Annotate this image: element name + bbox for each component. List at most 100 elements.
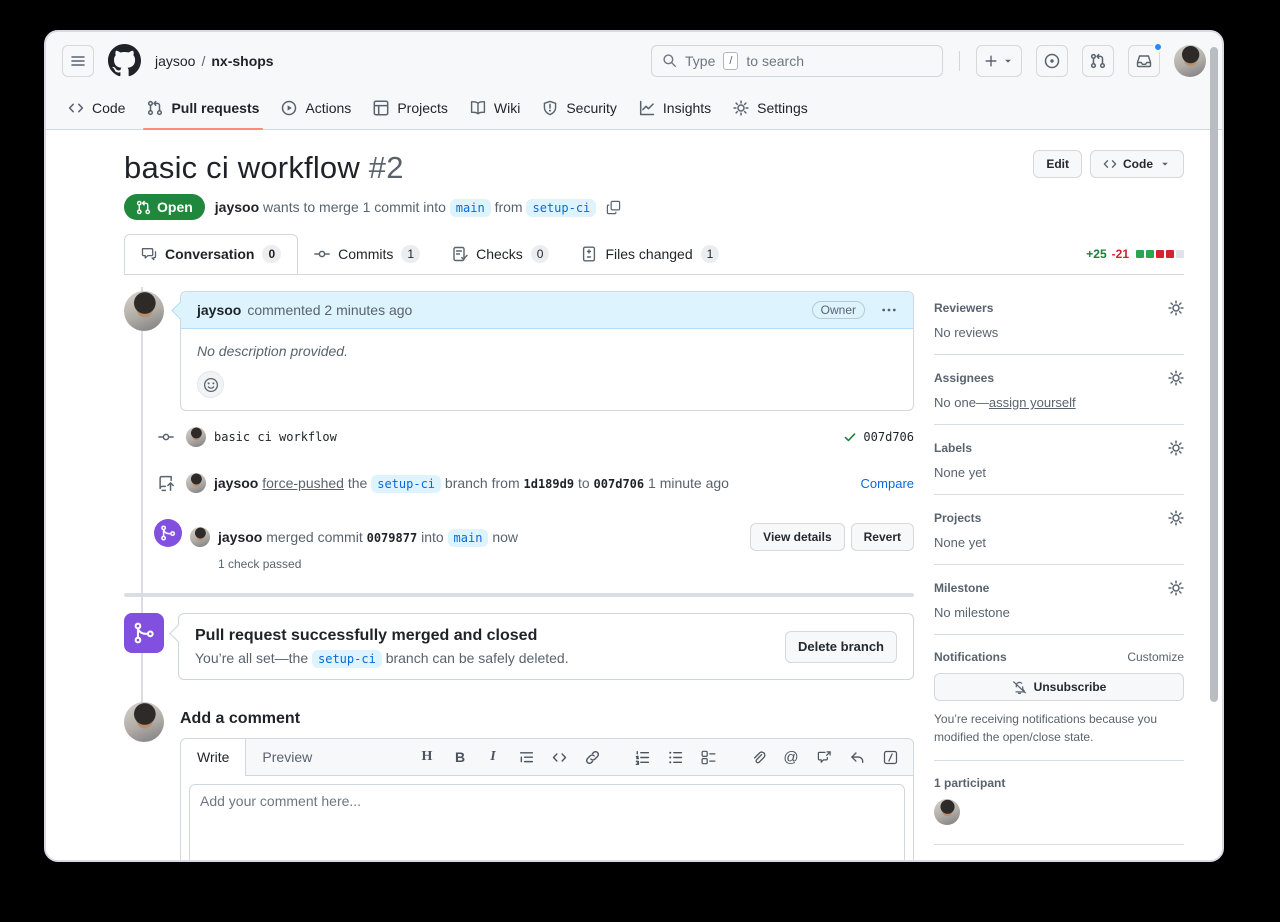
search-slash-key: / (723, 52, 738, 70)
user-avatar[interactable] (1174, 45, 1206, 77)
file-diff-icon (581, 246, 597, 262)
force-pushed-link[interactable]: force-pushed (262, 475, 344, 491)
check-status-text[interactable]: 1 check passed (218, 557, 914, 571)
copy-branch-icon[interactable] (606, 200, 621, 215)
commit-message-link[interactable]: basic ci workflow (214, 430, 337, 444)
repo-tab-security[interactable]: Security (534, 89, 625, 129)
pr-author[interactable]: jaysoo (215, 199, 259, 215)
code-icon (68, 100, 84, 116)
attach-file-icon[interactable] (749, 750, 767, 765)
event-author-avatar[interactable] (186, 473, 206, 493)
repo-tab-actions[interactable]: Actions (273, 89, 359, 129)
git-pull-request-icon (1090, 53, 1106, 69)
comment-textarea[interactable] (189, 784, 905, 862)
delete-branch-button[interactable]: Delete branch (785, 631, 897, 663)
bullet-list-icon[interactable] (666, 750, 684, 765)
merged-banner-title: Pull request successfully merged and clo… (195, 627, 569, 645)
create-new-button[interactable] (976, 45, 1022, 77)
head-branch-chip[interactable]: setup-ci (371, 475, 441, 493)
add-comment-heading: Add a comment (180, 702, 914, 728)
comment-editor: Write Preview H B I (180, 738, 914, 862)
cross-reference-icon[interactable] (815, 750, 833, 765)
search-input[interactable]: Type / to search (651, 45, 943, 77)
pr-meta-text: jaysoo wants to merge 1 commit into main… (215, 199, 596, 215)
add-reaction-button[interactable] (197, 371, 224, 398)
customize-link[interactable]: Customize (1127, 650, 1184, 664)
issues-button[interactable] (1036, 45, 1068, 77)
head-branch-chip[interactable]: setup-ci (312, 650, 382, 668)
preview-tab[interactable]: Preview (246, 739, 328, 775)
current-user-avatar (124, 702, 164, 742)
repo-tab-insights[interactable]: Insights (631, 89, 719, 129)
force-push-text: jaysoo force-pushed the setup-ci branch … (214, 475, 729, 491)
bold-icon[interactable]: B (451, 749, 469, 765)
base-branch-chip[interactable]: main (450, 199, 491, 217)
comment-author[interactable]: jaysoo (197, 302, 241, 318)
repo-tab-wiki[interactable]: Wiki (462, 89, 528, 129)
breadcrumb-repo-link[interactable]: nx-shops (211, 53, 273, 69)
mention-icon[interactable]: @ (782, 749, 800, 766)
kebab-menu-icon[interactable] (881, 302, 897, 318)
repo-tab-settings[interactable]: Settings (725, 89, 816, 129)
base-branch-chip[interactable]: main (448, 529, 489, 547)
quote-icon[interactable] (517, 750, 535, 765)
tab-conversation[interactable]: Conversation0 (124, 234, 298, 274)
old-sha[interactable]: 1d189d9 (524, 477, 575, 491)
header-divider (959, 51, 960, 71)
pull-requests-button[interactable] (1082, 45, 1114, 77)
gear-icon[interactable] (1168, 580, 1184, 596)
search-icon (662, 53, 677, 68)
tab-checks[interactable]: Checks0 (436, 234, 565, 274)
link-icon[interactable] (583, 750, 601, 765)
merge-commit-sha[interactable]: 0079877 (367, 531, 418, 545)
gear-icon[interactable] (1168, 300, 1184, 316)
caret-down-icon (1159, 158, 1171, 170)
edit-button[interactable]: Edit (1033, 150, 1082, 178)
compare-link[interactable]: Compare (861, 476, 914, 491)
revert-button[interactable]: Revert (851, 523, 914, 551)
labels-value: None yet (934, 465, 1184, 480)
head-branch-chip[interactable]: setup-ci (526, 199, 596, 217)
caret-down-icon (1002, 55, 1014, 67)
tab-commits[interactable]: Commits1 (298, 234, 436, 274)
event-author-avatar[interactable] (190, 527, 210, 547)
assign-yourself-link[interactable]: assign yourself (989, 395, 1076, 410)
code-icon[interactable] (550, 750, 568, 765)
participant-avatar[interactable] (934, 799, 960, 825)
event-author[interactable]: jaysoo (214, 475, 258, 491)
slash-commands-icon[interactable] (881, 750, 899, 765)
numbered-list-icon[interactable] (633, 750, 651, 765)
unsubscribe-button[interactable]: Unsubscribe (934, 673, 1184, 701)
gear-icon[interactable] (1168, 370, 1184, 386)
check-icon[interactable] (843, 430, 857, 444)
github-logo-icon[interactable] (108, 44, 141, 77)
scrollbar-thumb[interactable] (1210, 47, 1218, 702)
tab-files-changed[interactable]: Files changed1 (565, 234, 735, 274)
commit-author-avatar[interactable] (186, 427, 206, 447)
hamburger-menu-button[interactable] (62, 45, 94, 77)
event-author[interactable]: jaysoo (218, 529, 262, 545)
italic-icon[interactable]: I (484, 749, 502, 765)
task-list-icon[interactable] (699, 750, 717, 765)
bell-slash-icon (1012, 680, 1027, 695)
gear-icon[interactable] (1168, 440, 1184, 456)
gear-icon[interactable] (1168, 510, 1184, 526)
code-dropdown-button[interactable]: Code (1090, 150, 1184, 178)
write-tab[interactable]: Write (181, 739, 246, 776)
add-comment-section: Add a comment Write Preview H B I (124, 702, 914, 862)
comment-header: jaysoo commented 2 minutes ago Owner (181, 292, 913, 329)
breadcrumb-owner-link[interactable]: jaysoo (155, 53, 195, 69)
comment-author-avatar[interactable] (124, 291, 164, 331)
inbox-button[interactable] (1128, 45, 1160, 77)
editor-toolbar: H B I (404, 739, 913, 775)
heading-icon[interactable]: H (418, 749, 436, 765)
saved-replies-icon[interactable] (848, 750, 866, 765)
new-sha[interactable]: 007d706 (594, 477, 645, 491)
lock-conversation-button[interactable]: Lock conversation (934, 845, 1184, 862)
view-details-button[interactable]: View details (750, 523, 844, 551)
comment-body-text: No description provided. (197, 343, 897, 359)
repo-tab-code[interactable]: Code (60, 89, 133, 129)
commit-sha-link[interactable]: 007d706 (863, 430, 914, 444)
repo-tab-projects[interactable]: Projects (365, 89, 456, 129)
repo-tab-pull-requests[interactable]: Pull requests (139, 89, 267, 129)
